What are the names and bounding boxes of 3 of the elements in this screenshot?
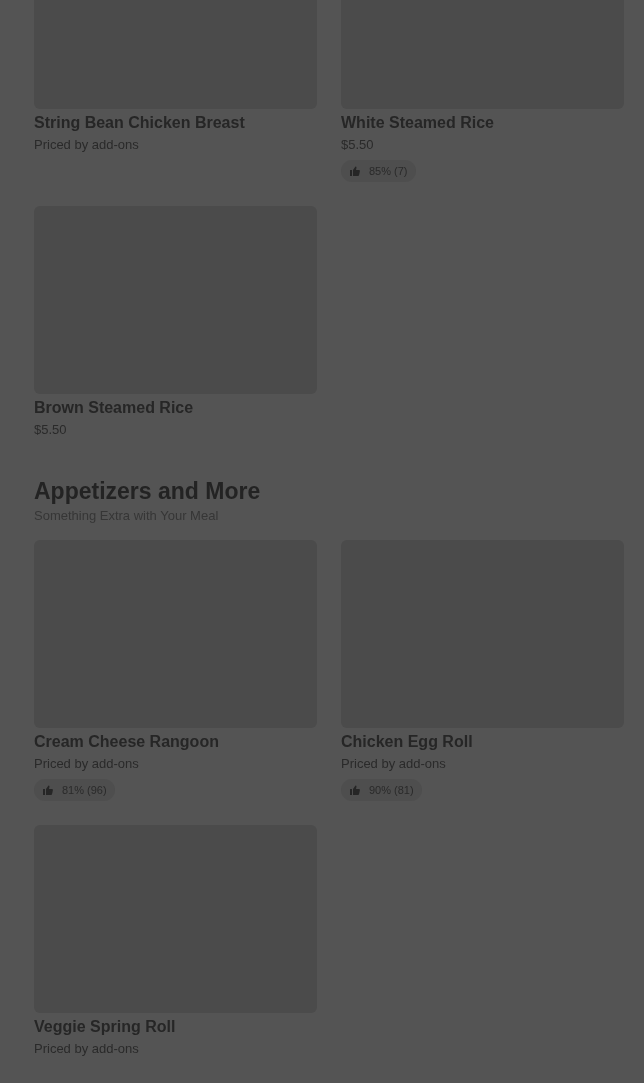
thumbs-up-icon xyxy=(42,784,54,796)
thumbs-up-icon xyxy=(349,784,361,796)
thumbs-up-icon xyxy=(349,165,361,177)
